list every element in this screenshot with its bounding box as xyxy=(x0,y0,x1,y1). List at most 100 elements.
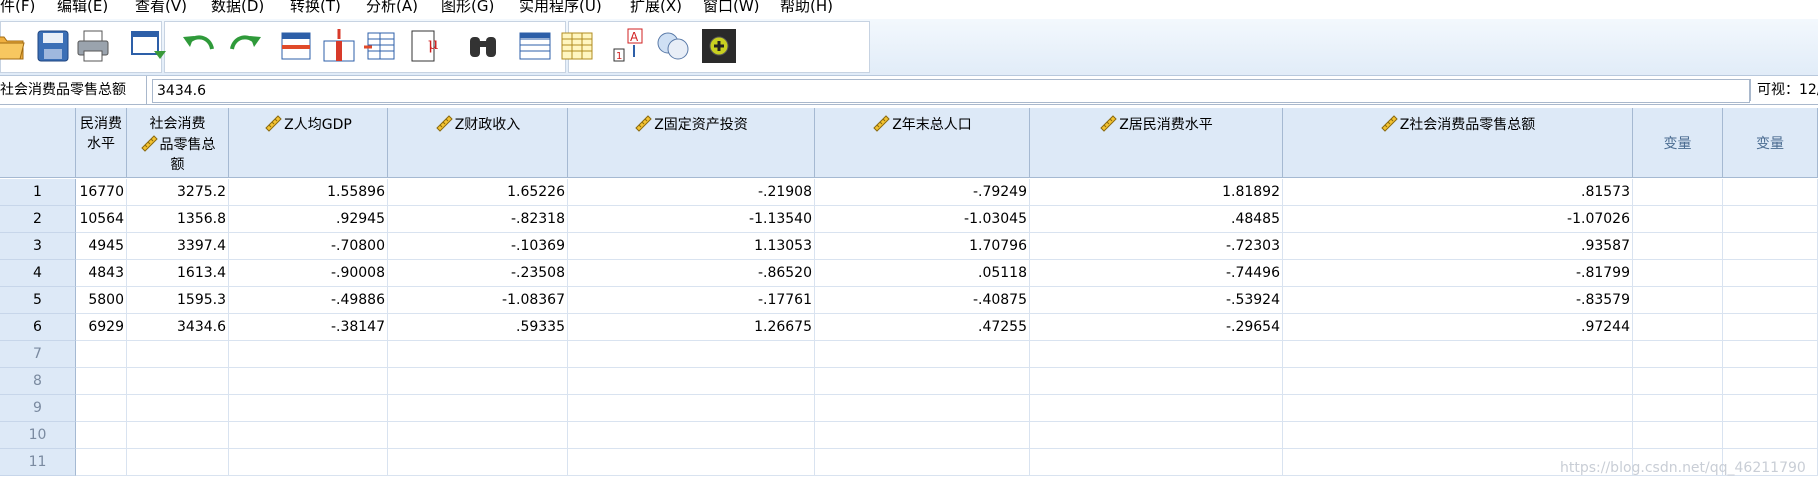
table-cell[interactable]: -.38147 xyxy=(229,314,388,341)
table-cell[interactable] xyxy=(1030,368,1283,395)
table-cell[interactable] xyxy=(76,449,127,476)
table-cell[interactable]: 16770 xyxy=(76,179,127,206)
table-cell[interactable]: -.79249 xyxy=(815,179,1030,206)
menu-item-9[interactable]: 窗口(W) xyxy=(703,0,760,19)
column-header-7[interactable]: Z居民消费水平 xyxy=(1030,108,1283,178)
table-cell[interactable] xyxy=(1030,449,1283,476)
table-cell[interactable]: 3434.6 xyxy=(127,314,229,341)
table-cell[interactable] xyxy=(1633,341,1723,368)
table-cell[interactable]: -.17761 xyxy=(568,287,815,314)
run-descriptive-icon[interactable]: μ xyxy=(408,27,446,65)
menu-item-10[interactable]: 帮助(H) xyxy=(780,0,833,19)
column-header-5[interactable]: Z固定资产投资 xyxy=(568,108,815,178)
row-header[interactable]: 3 xyxy=(0,233,76,260)
table-cell[interactable]: -.29654 xyxy=(1030,314,1283,341)
table-cell[interactable] xyxy=(388,368,568,395)
table-cell[interactable]: 4945 xyxy=(76,233,127,260)
cell-value-input[interactable]: 3434.6 xyxy=(152,79,1750,103)
menu-item-3[interactable]: 数据(D) xyxy=(211,0,264,19)
table-cell[interactable]: -.10369 xyxy=(388,233,568,260)
menu-item-6[interactable]: 图形(G) xyxy=(441,0,494,19)
table-cell[interactable]: -.53924 xyxy=(1030,287,1283,314)
menu-item-5[interactable]: 分析(A) xyxy=(366,0,418,19)
row-header[interactable]: 10 xyxy=(0,422,76,449)
table-cell[interactable] xyxy=(815,422,1030,449)
table-cell[interactable] xyxy=(1723,422,1818,449)
row-header[interactable]: 11 xyxy=(0,449,76,476)
table-cell[interactable] xyxy=(815,449,1030,476)
table-cell[interactable] xyxy=(127,422,229,449)
table-cell[interactable]: .81573 xyxy=(1283,179,1633,206)
table-cell[interactable]: 1356.8 xyxy=(127,206,229,233)
menu-item-1[interactable]: 编辑(E) xyxy=(57,0,108,19)
find-icon[interactable] xyxy=(464,27,502,65)
table-cell[interactable] xyxy=(1283,395,1633,422)
table-cell[interactable] xyxy=(76,422,127,449)
table-cell[interactable]: -.72303 xyxy=(1030,233,1283,260)
table-cell[interactable]: 4843 xyxy=(76,260,127,287)
table-cell[interactable] xyxy=(815,395,1030,422)
table-cell[interactable] xyxy=(1723,233,1818,260)
table-cell[interactable]: -.40875 xyxy=(815,287,1030,314)
table-cell[interactable] xyxy=(1723,206,1818,233)
menu-item-7[interactable]: 实用程序(U) xyxy=(519,0,602,19)
row-header[interactable]: 9 xyxy=(0,395,76,422)
undo-icon[interactable] xyxy=(180,27,218,65)
row-header[interactable]: 2 xyxy=(0,206,76,233)
select-cases-icon[interactable] xyxy=(700,27,738,65)
column-header-3[interactable]: Z人均GDP xyxy=(229,108,388,178)
table-cell[interactable] xyxy=(229,368,388,395)
table-cell[interactable]: 1.70796 xyxy=(815,233,1030,260)
table-cell[interactable] xyxy=(568,422,815,449)
table-cell[interactable]: .48485 xyxy=(1030,206,1283,233)
table-cell[interactable]: -.86520 xyxy=(568,260,815,287)
table-cell[interactable] xyxy=(568,449,815,476)
column-header-10[interactable]: 变量 xyxy=(1723,108,1818,178)
table-cell[interactable]: .97244 xyxy=(1283,314,1633,341)
table-cell[interactable]: -.90008 xyxy=(229,260,388,287)
menu-item-4[interactable]: 转换(T) xyxy=(290,0,341,19)
table-cell[interactable]: -.74496 xyxy=(1030,260,1283,287)
open-folder-icon[interactable] xyxy=(0,27,28,65)
table-cell[interactable]: .93587 xyxy=(1283,233,1633,260)
row-header[interactable]: 4 xyxy=(0,260,76,287)
insert-variable-icon[interactable] xyxy=(558,27,596,65)
insert-cases-icon[interactable] xyxy=(516,27,554,65)
table-cell[interactable] xyxy=(1283,422,1633,449)
table-cell[interactable] xyxy=(815,341,1030,368)
table-cell[interactable] xyxy=(1283,368,1633,395)
table-cell[interactable] xyxy=(815,368,1030,395)
table-cell[interactable]: 5800 xyxy=(76,287,127,314)
table-cell[interactable] xyxy=(127,368,229,395)
table-cell[interactable]: 1.55896 xyxy=(229,179,388,206)
column-header-8[interactable]: Z社会消费品零售总额 xyxy=(1283,108,1633,178)
table-cell[interactable]: -.81799 xyxy=(1283,260,1633,287)
table-cell[interactable] xyxy=(76,368,127,395)
table-cell[interactable] xyxy=(1633,260,1723,287)
table-cell[interactable] xyxy=(1723,368,1818,395)
table-cell[interactable] xyxy=(1030,395,1283,422)
table-cell[interactable] xyxy=(1633,422,1723,449)
table-cell[interactable]: 1613.4 xyxy=(127,260,229,287)
variables-icon[interactable] xyxy=(362,27,400,65)
table-cell[interactable] xyxy=(1030,341,1283,368)
table-cell[interactable] xyxy=(76,341,127,368)
table-cell[interactable] xyxy=(388,395,568,422)
table-cell[interactable] xyxy=(1633,287,1723,314)
table-cell[interactable] xyxy=(1633,314,1723,341)
table-cell[interactable]: 3397.4 xyxy=(127,233,229,260)
table-cell[interactable] xyxy=(127,341,229,368)
table-cell[interactable] xyxy=(1633,206,1723,233)
menu-item-8[interactable]: 扩展(X) xyxy=(630,0,682,19)
table-cell[interactable] xyxy=(388,422,568,449)
table-cell[interactable]: .92945 xyxy=(229,206,388,233)
table-cell[interactable] xyxy=(388,449,568,476)
table-cell[interactable] xyxy=(568,368,815,395)
table-cell[interactable] xyxy=(229,341,388,368)
table-cell[interactable]: -1.13540 xyxy=(568,206,815,233)
row-header[interactable]: 7 xyxy=(0,341,76,368)
column-header-9[interactable]: 变量 xyxy=(1633,108,1723,178)
table-cell[interactable] xyxy=(1633,233,1723,260)
weight-cases-icon[interactable] xyxy=(654,27,692,65)
table-cell[interactable] xyxy=(1633,179,1723,206)
